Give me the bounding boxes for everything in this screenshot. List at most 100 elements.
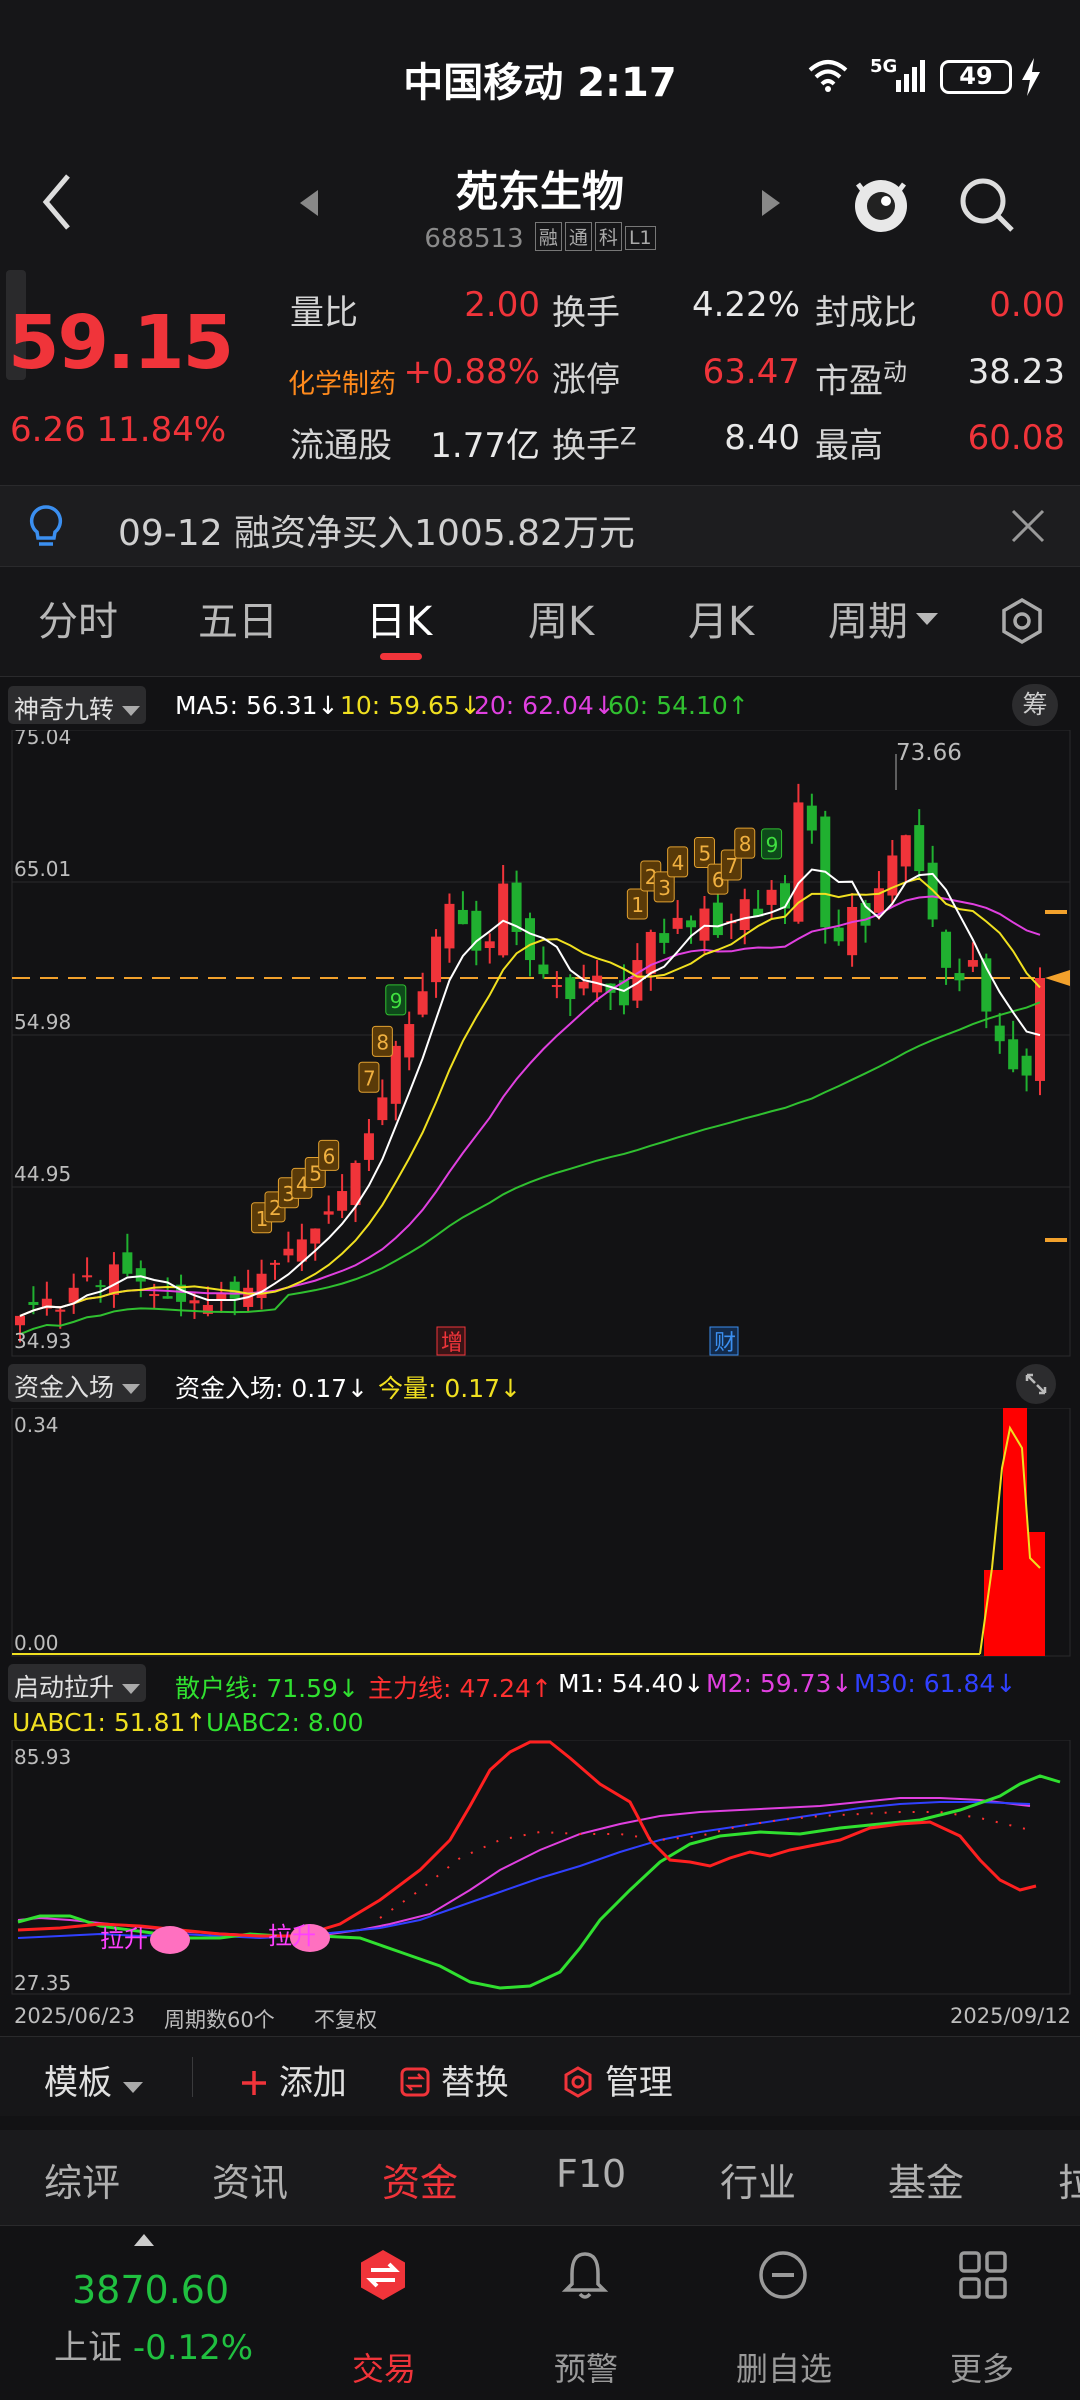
period-count: 周期数60个: [164, 2008, 275, 2032]
function-tabs: 综评 资讯 资金 F10 行业 基金 拉: [0, 2130, 1080, 2225]
kline-chart[interactable]: 1 23 4 5678912 34 5678 9 75.04 65.01 54.98 44.…: [0, 730, 1080, 1358]
quote-label: 涨停: [552, 360, 620, 400]
add-button[interactable]: 添加: [240, 2055, 347, 2104]
quote-label: 流通股: [290, 426, 392, 466]
close-icon[interactable]: [1010, 508, 1046, 548]
launch-chart[interactable]: 拉升 拉升 85.93 27.35: [0, 1740, 1080, 1996]
quote-label: 市盈动: [815, 352, 907, 402]
ma60-value: 60: 54.10↑: [608, 691, 749, 720]
nav-remove-watchlist[interactable]: 删自选: [704, 2344, 864, 2390]
swap-icon: [400, 2067, 430, 2097]
expand-icon[interactable]: [1016, 1364, 1056, 1404]
notice-banner[interactable]: 09-12 融资净买入1005.82万元: [0, 485, 1080, 567]
marker-cai[interactable]: 财: [714, 1331, 736, 1356]
indicator-name: 启动拉升: [14, 1673, 115, 1702]
quote-value: 4.22%: [691, 285, 800, 325]
quote-label-sup: Z: [620, 422, 637, 451]
remove-watchlist-icon[interactable]: [756, 2248, 810, 2306]
change-pct: 11.84%: [96, 410, 227, 450]
quote-label-sup: 动: [883, 358, 907, 386]
bottom-nav: 3870.60 上证 -0.12% 交易 预警 删自选 更多: [0, 2225, 1080, 2400]
triangle-down-icon: [121, 706, 140, 716]
tab-period-dropdown[interactable]: 周期: [828, 589, 938, 647]
replace-button[interactable]: 替换: [400, 2055, 509, 2104]
quote-label: 量比: [290, 293, 358, 333]
caret-up-icon: [134, 2234, 154, 2246]
launch-tag-1: 拉升: [100, 1925, 148, 1953]
svg-text:4: 4: [672, 851, 685, 875]
ma5-value: MA5: 56.31↓: [175, 691, 339, 720]
tab-daily-k[interactable]: 日K: [366, 589, 432, 647]
tab-five-day[interactable]: 五日: [198, 589, 278, 647]
battery-level: 49: [959, 62, 993, 90]
search-icon[interactable]: [958, 176, 1016, 238]
template-button[interactable]: 模板: [44, 2055, 143, 2104]
bell-icon[interactable]: [558, 2248, 612, 2306]
tab-funds[interactable]: 资金: [382, 2152, 458, 2207]
notice-text: 09-12 融资净买入1005.82万元: [118, 513, 635, 554]
tag-ke: 科: [594, 222, 622, 251]
triangle-down-icon: [121, 1684, 140, 1694]
triangle-down-icon: [916, 613, 938, 625]
nav-more[interactable]: 更多: [902, 2344, 1062, 2390]
tab-monthly-k[interactable]: 月K: [688, 589, 754, 647]
indicator-name: 资金入场: [14, 1373, 115, 1402]
svg-text:7: 7: [363, 1066, 376, 1090]
nav-alert[interactable]: 预警: [506, 2344, 666, 2390]
current-price: 59.15: [8, 300, 234, 386]
grid-icon[interactable]: [956, 2248, 1010, 2306]
y-label-top: 75.04: [14, 730, 71, 749]
sector-name: 化学制药: [288, 369, 396, 400]
tab-news[interactable]: 资讯: [212, 2152, 288, 2207]
change-value: 6.26: [10, 410, 86, 450]
ma10-value: 10: 59.65↓: [340, 691, 481, 720]
manage-label: 管理: [604, 2063, 673, 2103]
tag-tong: 通: [564, 222, 592, 251]
gear-icon: [564, 2066, 592, 2098]
tab-fund-products[interactable]: 基金: [888, 2152, 964, 2207]
tab-timeshare[interactable]: 分时: [38, 589, 118, 647]
marker-zeng[interactable]: 增: [441, 1331, 463, 1356]
charging-icon: [1020, 58, 1042, 100]
indicator-select-launch[interactable]: 启动拉升: [8, 1664, 146, 1702]
fund-y-bottom: 0.00: [14, 1631, 59, 1655]
quote-panel: 59.15 6.26 11.84% 量比 2.00 换手 4.22% 封成比 0…: [0, 270, 1080, 485]
quote-label-text: 换手: [552, 426, 620, 466]
fund-chart[interactable]: 0.34 0.00: [0, 1408, 1080, 1658]
triangle-down-icon: [122, 2082, 143, 2093]
max-price-label: 73.66: [896, 740, 962, 766]
settings-icon[interactable]: [998, 597, 1046, 649]
tab-more-cut[interactable]: 拉: [1058, 2152, 1080, 2207]
manage-button[interactable]: 管理: [562, 2055, 673, 2104]
chip-marker-top: [1045, 910, 1067, 914]
trade-icon[interactable]: [356, 2248, 410, 2306]
tab-f10[interactable]: F10: [556, 2152, 626, 2196]
tag-rong: 融: [534, 222, 562, 251]
indicator-select-nine[interactable]: 神奇九转: [8, 686, 146, 724]
index-value: 3870.60: [72, 2268, 230, 2312]
quote-label: 换手: [552, 293, 620, 333]
tag-level: L1: [624, 226, 656, 250]
index-ticker[interactable]: 3870.60 上证 -0.12%: [40, 2226, 260, 2386]
tab-overview[interactable]: 综评: [44, 2152, 120, 2207]
next-stock-icon[interactable]: [760, 190, 780, 220]
quote-value: 0.00: [989, 285, 1065, 325]
divider: [192, 2057, 193, 2097]
chart-toolbar: 模板 添加 替换 管理: [0, 2036, 1080, 2116]
mascot-icon[interactable]: [850, 170, 912, 240]
tab-industry[interactable]: 行业: [720, 2152, 796, 2207]
chip-button[interactable]: 筹: [1012, 684, 1058, 726]
nav-trade[interactable]: 交易: [304, 2344, 464, 2390]
svg-text:8: 8: [376, 1030, 389, 1054]
main-force-value: 主力线: 47.24↑: [368, 1674, 552, 1703]
quote-value: 60.08: [967, 418, 1065, 458]
quote-value: 8.40: [724, 418, 800, 458]
tab-weekly-k[interactable]: 周K: [528, 589, 594, 647]
y-label-4: 44.95: [14, 1162, 71, 1186]
indicator-name: 神奇九转: [14, 695, 115, 724]
price-change: 6.26 11.84%: [10, 410, 226, 450]
indicator-select-fund[interactable]: 资金入场: [8, 1364, 146, 1402]
stock-code: 688513: [424, 224, 524, 254]
ma20-value: 20: 62.04↓: [474, 691, 615, 720]
index-pct: -0.12%: [132, 2328, 254, 2368]
